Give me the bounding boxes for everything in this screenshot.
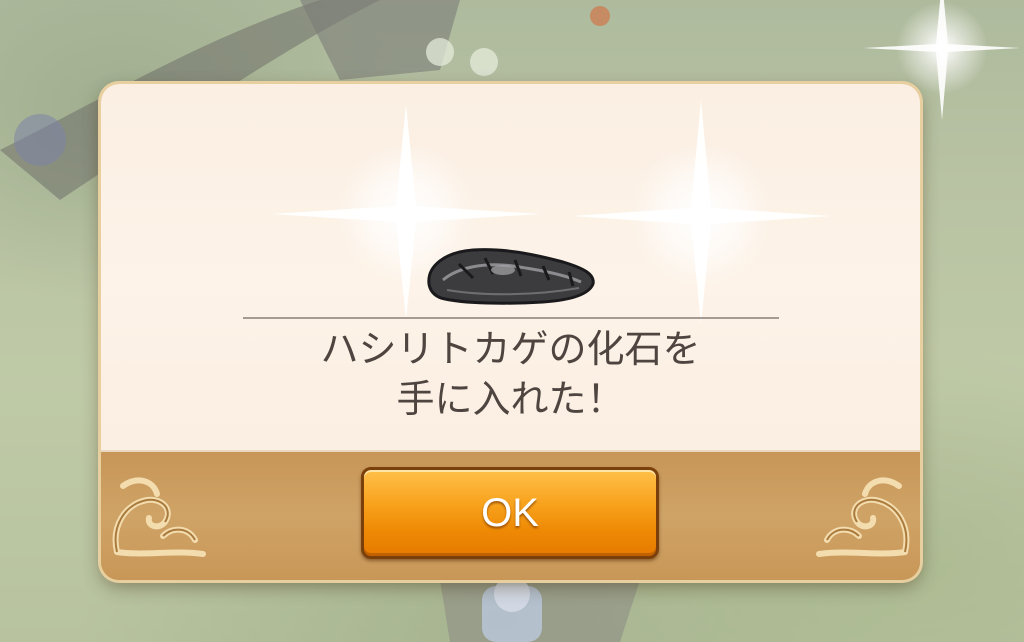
fossil-icon [427,248,595,305]
item-obtained-dialog: ハシリトカゲの化石を 手に入れた！ OK [101,84,920,580]
item-obtained-message: ハシリトカゲの化石を 手に入れた！ [101,324,920,424]
ornament-icon [816,477,910,557]
dialog-message-panel: ハシリトカゲの化石を 手に入れた！ [101,84,920,452]
ok-button-label: OK [481,490,539,535]
message-line-1: ハシリトカゲの化石を [320,327,701,371]
game-scene: ハシリトカゲの化石を 手に入れた！ OK [0,0,1024,642]
message-line-2: 手に入れた！ [396,377,625,421]
message-divider [243,317,779,319]
ornament-icon [112,477,206,557]
ok-button[interactable]: OK [361,467,659,559]
